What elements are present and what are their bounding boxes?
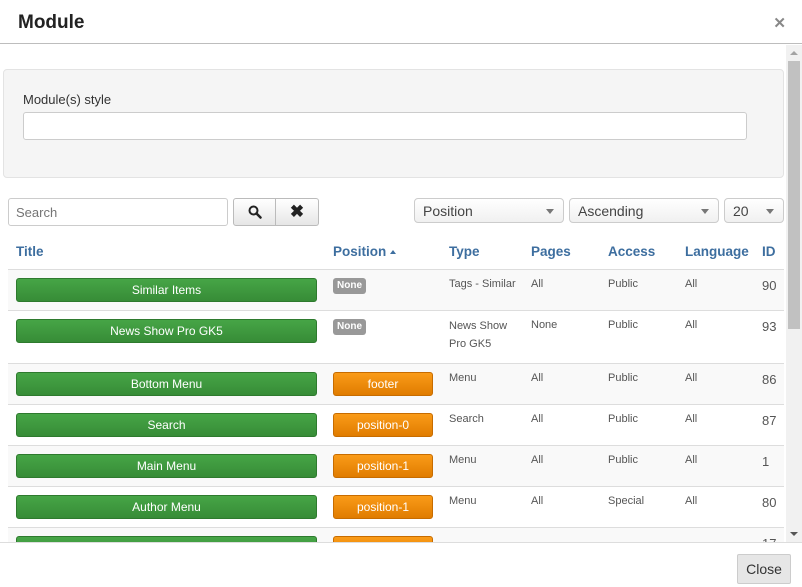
module-style-label: Module(s) style [23, 92, 112, 107]
id-cell: 1 [754, 444, 784, 486]
clear-button[interactable]: ✖ [276, 198, 319, 226]
limit-select[interactable]: 20 [724, 198, 784, 223]
language-cell: All [677, 403, 754, 445]
table-row: Bottom Menu footer Menu All Public All 8… [8, 362, 784, 404]
scroll-down-icon[interactable] [790, 532, 798, 536]
table-row: 17 [8, 526, 784, 542]
table-header-row: Title Position Type Pages Access Languag… [8, 235, 784, 270]
type-cell: Menu [441, 444, 523, 486]
pages-cell: All [523, 268, 600, 310]
access-cell: Public [600, 268, 677, 310]
access-cell: Special [600, 485, 677, 527]
column-header-id[interactable]: ID [754, 235, 784, 270]
vertical-scrollbar[interactable] [786, 45, 802, 542]
type-cell [441, 526, 523, 542]
module-style-panel: Module(s) style [3, 69, 784, 178]
module-title-button[interactable]: Bottom Menu [16, 371, 317, 396]
modal-title: Module [18, 12, 85, 33]
language-cell: All [677, 309, 754, 363]
language-cell: All [677, 268, 754, 310]
access-cell: Public [600, 444, 677, 486]
type-cell: Menu [441, 362, 523, 404]
pages-cell: All [523, 403, 600, 445]
column-header-title[interactable]: Title [8, 235, 325, 270]
limit-value: 20 [733, 203, 749, 219]
modules-table: Title Position Type Pages Access Languag… [8, 235, 784, 542]
position-badge: None [333, 318, 366, 335]
pages-cell: All [523, 444, 600, 486]
table-row: Search position-0 Search All Public All … [8, 403, 784, 445]
modal-header: Module ✕ [0, 0, 802, 44]
direction-select[interactable]: Ascending [569, 198, 719, 223]
table-row: Author Menu position-1 Menu All Special … [8, 485, 784, 527]
type-cell: Tags - Similar [441, 268, 523, 310]
id-cell: 86 [754, 362, 784, 404]
sort-ascending-icon [390, 250, 397, 255]
language-cell: All [677, 485, 754, 527]
position-button[interactable]: position-1 [333, 453, 433, 478]
module-title-button[interactable]: Author Menu [16, 494, 317, 519]
column-header-type[interactable]: Type [441, 235, 523, 270]
module-title-button[interactable]: News Show Pro GK5 [16, 318, 317, 343]
id-cell: 17 [754, 526, 784, 542]
pages-cell: None [523, 309, 600, 363]
module-style-input[interactable] [23, 112, 747, 140]
pages-cell: All [523, 485, 600, 527]
module-title-button[interactable]: Search [16, 412, 317, 437]
close-icon[interactable]: ✕ [773, 14, 786, 32]
chevron-down-icon [546, 209, 554, 214]
table-row: Similar Items None Tags - Similar All Pu… [8, 268, 784, 310]
module-title-button[interactable]: Similar Items [16, 277, 317, 302]
search-input[interactable] [8, 198, 228, 226]
module-modal: Module ✕ Module(s) style ✖ Position Asce… [0, 0, 802, 587]
search-button-group: ✖ [233, 198, 319, 226]
module-title-button[interactable]: Main Menu [16, 453, 317, 478]
access-cell: Public [600, 309, 677, 363]
pages-cell: All [523, 362, 600, 404]
ordering-value: Position [423, 203, 473, 219]
id-cell: 87 [754, 403, 784, 445]
table-row: News Show Pro GK5 None News Show Pro GK5… [8, 309, 784, 363]
language-cell: All [677, 444, 754, 486]
type-cell: Search [441, 403, 523, 445]
column-header-language[interactable]: Language [677, 235, 754, 270]
direction-value: Ascending [578, 203, 644, 219]
id-cell: 93 [754, 309, 784, 363]
language-cell [677, 526, 754, 542]
access-cell: Public [600, 362, 677, 404]
search-button[interactable] [233, 198, 276, 226]
chevron-down-icon [766, 209, 774, 214]
language-cell: All [677, 362, 754, 404]
column-header-position[interactable]: Position [325, 235, 441, 270]
position-button[interactable]: footer [333, 371, 433, 396]
scrollbar-thumb[interactable] [788, 61, 800, 329]
position-button[interactable]: position-0 [333, 412, 433, 437]
chevron-down-icon [701, 209, 709, 214]
modal-body: Module(s) style ✖ Position Ascending 20 [0, 45, 786, 542]
ordering-select[interactable]: Position [414, 198, 564, 223]
position-button[interactable]: position-1 [333, 494, 433, 519]
column-header-pages[interactable]: Pages [523, 235, 600, 270]
id-cell: 80 [754, 485, 784, 527]
position-badge: None [333, 277, 366, 294]
access-cell: Public [600, 403, 677, 445]
column-header-access[interactable]: Access [600, 235, 677, 270]
type-cell: News Show Pro GK5 [449, 319, 508, 350]
id-cell: 90 [754, 268, 784, 310]
table-row: Main Menu position-1 Menu All Public All… [8, 444, 784, 486]
modal-footer: Close [0, 542, 802, 587]
type-cell: Menu [441, 485, 523, 527]
clear-icon: ✖ [289, 202, 305, 221]
pages-cell [523, 526, 600, 542]
close-button[interactable]: Close [737, 554, 791, 584]
access-cell [600, 526, 677, 542]
search-icon [248, 205, 262, 219]
scroll-up-icon[interactable] [790, 51, 798, 55]
